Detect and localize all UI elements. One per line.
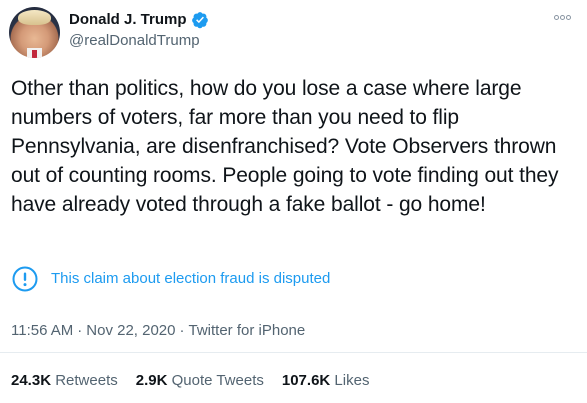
more-dot: [553, 14, 559, 20]
retweets-stat[interactable]: 24.3K Retweets: [11, 372, 118, 390]
tweet-date[interactable]: Nov 22, 2020: [86, 322, 175, 340]
avatar-tie: [32, 50, 37, 58]
author-handle[interactable]: @realDonaldTrump: [69, 32, 200, 50]
retweets-count: 24.3K: [11, 372, 52, 389]
meta-separator: ·: [77, 322, 83, 339]
tweet-card: Donald J. Trump @realDonaldTrump Other t…: [0, 0, 587, 403]
quote-tweets-label: Quote Tweets: [171, 372, 264, 389]
retweets-label: Retweets: [55, 372, 118, 389]
meta-separator: ·: [179, 322, 185, 339]
avatar[interactable]: [9, 7, 60, 58]
divider: [0, 352, 587, 353]
more-dot: [565, 14, 571, 20]
disputed-claim-notice[interactable]: This claim about election fraud is dispu…: [11, 265, 330, 293]
more-dot: [559, 14, 565, 20]
author-display-name[interactable]: Donald J. Trump: [69, 11, 187, 29]
tweet-source[interactable]: Twitter for iPhone: [189, 322, 306, 340]
likes-count: 107.6K: [281, 372, 331, 389]
more-options-icon[interactable]: [551, 10, 573, 24]
likes-stat[interactable]: 107.6K Likes: [282, 372, 370, 390]
likes-label: Likes: [334, 372, 370, 389]
avatar-hair: [18, 10, 51, 25]
author-name-row[interactable]: Donald J. Trump: [69, 11, 209, 29]
quote-tweets-count: 2.9K: [135, 372, 168, 389]
tweet-time[interactable]: 11:56 AM: [11, 322, 73, 340]
exclamation-circle-icon: [12, 266, 38, 292]
tweet-stats: 24.3K Retweets 2.9K Quote Tweets 107.6K …: [11, 372, 369, 390]
tweet-text: Other than politics, how do you lose a c…: [11, 77, 559, 216]
notice-link[interactable]: This claim about election fraud is dispu…: [51, 270, 330, 288]
verified-badge-icon: [191, 12, 208, 29]
tweet-meta: 11:56 AM · Nov 22, 2020 · Twitter for iP…: [11, 322, 305, 340]
quote-tweets-stat[interactable]: 2.9K Quote Tweets: [136, 372, 264, 390]
